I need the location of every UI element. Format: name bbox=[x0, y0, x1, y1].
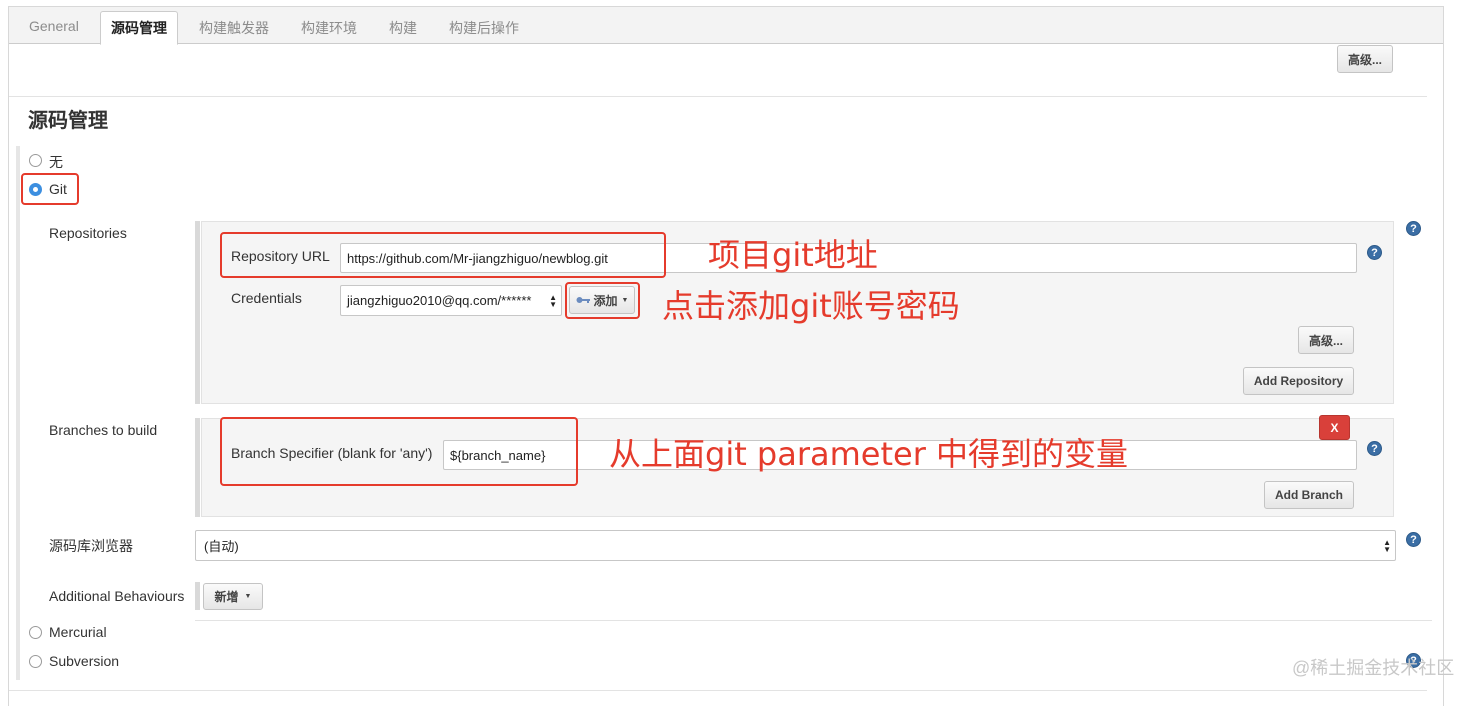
credentials-select[interactable]: jiangzhiguo2010@qq.com/****** ▲ ▼ bbox=[340, 285, 562, 316]
repositories-panel-bar bbox=[195, 221, 200, 404]
watermark: @稀土掘金技术社区 bbox=[1292, 658, 1455, 678]
section-divider bbox=[9, 96, 1427, 97]
scm-none-label: 无 bbox=[49, 154, 63, 170]
branches-label: Branches to build bbox=[49, 422, 158, 438]
add-repository-button[interactable]: Add Repository bbox=[1243, 367, 1354, 395]
repositories-help-icon[interactable]: ? bbox=[1406, 221, 1421, 236]
credentials-select-arrows-icon: ▲ ▼ bbox=[549, 292, 557, 309]
repository-url-help-icon[interactable]: ? bbox=[1367, 245, 1382, 260]
scm-subversion-radio[interactable] bbox=[29, 655, 42, 668]
scm-mercurial-label: Mercurial bbox=[49, 624, 107, 640]
git-block-divider bbox=[195, 620, 1432, 621]
delete-branch-button[interactable]: X bbox=[1319, 415, 1350, 440]
add-behaviour-label: 新增 bbox=[214, 590, 239, 604]
tab-source-code-management[interactable]: 源码管理 bbox=[100, 11, 178, 45]
repository-browser-label: 源码库浏览器 bbox=[49, 538, 133, 554]
branch-highlight-box bbox=[220, 417, 578, 486]
repository-browser-select[interactable]: (自动) ▲ ▼ bbox=[195, 530, 1396, 561]
section-title: 源码管理 bbox=[28, 110, 108, 132]
tab-post-build-actions[interactable]: 构建后操作 bbox=[449, 18, 519, 38]
tab-general[interactable]: General bbox=[29, 18, 79, 34]
additional-behaviours-label: Additional Behaviours bbox=[49, 588, 185, 604]
repository-browser-value: (自动) bbox=[204, 539, 239, 554]
bottom-divider bbox=[9, 690, 1427, 691]
repository-advanced-button[interactable]: 高级... bbox=[1298, 326, 1354, 354]
behaviours-panel-bar bbox=[195, 582, 200, 610]
scm-mercurial-radio[interactable] bbox=[29, 626, 42, 639]
branch-specifier-help-icon[interactable]: ? bbox=[1367, 441, 1382, 456]
tab-build-environment[interactable]: 构建环境 bbox=[301, 18, 357, 38]
scm-options-bar bbox=[16, 146, 20, 680]
credentials-value: jiangzhiguo2010@qq.com/****** bbox=[347, 293, 532, 308]
git-highlight-box bbox=[21, 173, 79, 205]
tab-build-triggers[interactable]: 构建触发器 bbox=[199, 18, 269, 38]
scm-subversion-label: Subversion bbox=[49, 653, 120, 669]
credentials-label: Credentials bbox=[231, 290, 302, 306]
branch-annotation: 从上面git parameter 中得到的变量 bbox=[609, 435, 1129, 473]
scm-none-radio[interactable] bbox=[29, 154, 42, 167]
add-branch-button[interactable]: Add Branch bbox=[1264, 481, 1354, 509]
general-advanced-button[interactable]: 高级... bbox=[1337, 45, 1393, 73]
add-behaviour-button[interactable]: 新增 ▼ bbox=[203, 583, 263, 610]
repo-url-highlight-box bbox=[220, 232, 666, 278]
repo-url-annotation: 项目git地址 bbox=[708, 236, 878, 274]
repository-browser-arrows-icon: ▲ ▼ bbox=[1383, 537, 1391, 554]
repository-browser-help-icon[interactable]: ? bbox=[1406, 532, 1421, 547]
tab-build[interactable]: 构建 bbox=[389, 18, 417, 38]
add-credentials-highlight-box bbox=[565, 282, 640, 319]
dropdown-caret-icon: ▼ bbox=[244, 593, 252, 600]
branches-panel-bar bbox=[195, 418, 200, 517]
credentials-annotation: 点击添加git账号密码 bbox=[662, 287, 960, 325]
repositories-label: Repositories bbox=[49, 225, 127, 241]
